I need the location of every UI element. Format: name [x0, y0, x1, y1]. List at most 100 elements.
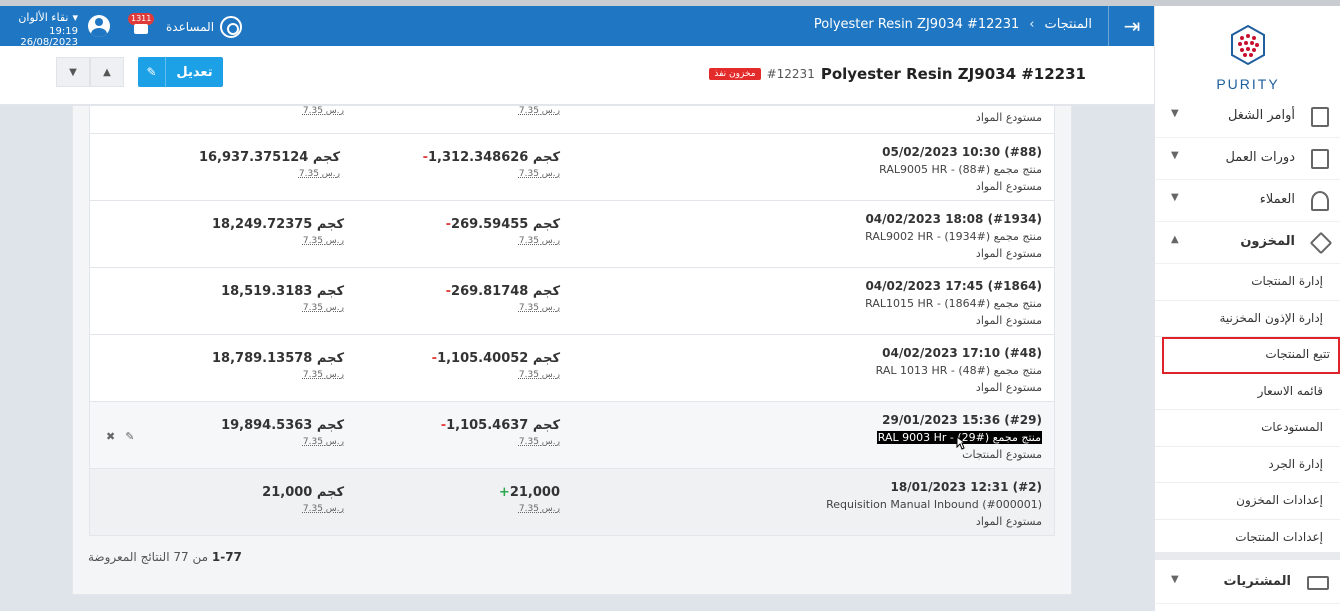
warehouse: مستودع المواد — [975, 247, 1042, 260]
balance-value: 18,519.3183 كجم — [221, 284, 344, 299]
qty-value: 1,105.40052 كجم — [437, 351, 560, 366]
qty-price: 7.35 ر.س — [518, 169, 560, 179]
status-badge: مخزون نفذ — [709, 68, 761, 80]
delete-icon[interactable]: ✖ — [106, 430, 115, 443]
movement-date: (#2) 12:31 18/01/2023 — [890, 480, 1042, 494]
qty-price: 7.35 ر.س — [518, 236, 560, 246]
warehouse: مستودع المواد — [975, 314, 1042, 327]
top-header: ⇥ المنتجات › Polyester Resin ZJ9034 #122… — [0, 6, 1154, 48]
movement-product[interactable]: Requisition Manual Inbound (#000001) — [826, 496, 1042, 513]
table-row[interactable]: (#1934) 18:08 04/02/2023 منتج مجمع (#193… — [89, 201, 1055, 268]
sidebar-item-work-cycles[interactable]: دورات العمل ▼ — [1155, 138, 1340, 180]
pencil-icon: ✎ — [138, 57, 166, 87]
movement-date: (#1934) 18:08 04/02/2023 — [865, 212, 1042, 226]
balance-price: 7.35 ر.س — [302, 236, 344, 246]
user-name: نقاء الألوان — [18, 11, 69, 24]
movement-date: (#29) 15:36 29/01/2023 — [882, 413, 1042, 427]
balance-value: 18,249.72375 كجم — [212, 217, 344, 232]
qty-value: 1,105.4637 كجم — [446, 418, 560, 433]
movement-product[interactable]: منتج مجمع (#1934) - RAL9002 HR — [865, 228, 1042, 245]
qty-value: 269.59455 كجم — [451, 217, 560, 232]
balance-price: 7.35 ر.س — [302, 437, 344, 447]
sidebar-subitem[interactable]: إدارة المنتجات — [1155, 264, 1340, 301]
movement-product[interactable]: منتج مجمع (#1864) - RAL1015 HR — [865, 295, 1042, 312]
row-actions: ✖ ✎ — [106, 430, 134, 443]
chevron-down-icon: ▼ — [1171, 574, 1179, 585]
record-nav: ▼ ▲ — [56, 57, 124, 87]
balance-price: 7.35 ر.س — [302, 303, 344, 313]
help-link[interactable]: المساعدة — [166, 16, 243, 38]
results-text: من 77 النتائج المعروضة — [88, 550, 209, 564]
movements-table: مستودع المواد 7.35 ر.س 7.35 ر.س (#88) 10… — [89, 106, 1055, 536]
movement-date: (#48) 17:10 04/02/2023 — [882, 346, 1042, 360]
qty-price: 7.35 ر.س — [518, 437, 560, 447]
pencil-icon[interactable]: ✎ — [125, 430, 134, 443]
sidebar-subitem-product-tracking[interactable]: تتبع المنتجات — [1162, 337, 1340, 374]
previous-record-button[interactable]: ▲ — [90, 57, 124, 87]
breadcrumb-current: Polyester Resin ZJ9034 #12231 — [813, 17, 1020, 32]
results-range: 1-77 — [211, 550, 242, 564]
header-divider — [1108, 6, 1109, 46]
user-menu[interactable]: نقاء الألوان ▾ 19:19 26/08/2023 — [0, 11, 78, 48]
sidebar-item-work-orders[interactable]: أوامر الشغل ▼ — [1155, 96, 1340, 138]
warehouse: مستودع المواد — [975, 180, 1042, 193]
sidebar-item-inventory[interactable]: المخزون ▲ — [1155, 222, 1340, 264]
movement-product[interactable]: منتج مجمع (#48) - RAL 1013 HR — [876, 362, 1042, 379]
sidebar-subitem[interactable]: إدارة الإذون المخزنية — [1155, 301, 1340, 337]
warehouse: مستودع المواد — [975, 111, 1042, 124]
sidebar-divider — [1155, 552, 1340, 560]
monitor-icon — [134, 24, 148, 34]
avatar[interactable] — [88, 15, 110, 37]
table-row[interactable]: (#29) 15:36 29/01/2023 منتج مجمع (#29) -… — [89, 402, 1055, 469]
movement-product[interactable]: منتج مجمع (#88) - RAL9005 HR — [879, 161, 1042, 178]
chevron-up-icon: ▲ — [103, 66, 111, 78]
logo-text: PURITY — [1216, 76, 1280, 92]
warehouse: مستودع المواد — [975, 381, 1042, 394]
content-card: مستودع المواد 7.35 ر.س 7.35 ر.س (#88) 10… — [72, 105, 1072, 595]
balance-value: 19,894.5363 كجم — [221, 418, 344, 433]
breadcrumb: المنتجات › Polyester Resin ZJ9034 #12231 — [814, 17, 1092, 32]
qty-value: 21,000 — [509, 485, 560, 500]
sidebar-item-purchases[interactable]: المشتريات ▼ — [1155, 562, 1340, 604]
sidebar-item-label: المشتريات — [1223, 574, 1291, 589]
truck-icon — [1307, 576, 1329, 590]
breadcrumb-products[interactable]: المنتجات — [1044, 17, 1092, 32]
sidebar-item-label: المخزون — [1240, 234, 1295, 249]
balance-price: 7.35 ر.س — [302, 370, 344, 380]
table-row[interactable]: (#88) 10:30 05/02/2023 منتج مجمع (#88) -… — [89, 134, 1055, 201]
chevron-down-icon: ▼ — [1171, 108, 1179, 119]
sidebar-subitem[interactable]: إدارة الجرد — [1155, 447, 1340, 483]
table-row[interactable]: (#2) 12:31 18/01/2023 Requisition Manual… — [89, 469, 1055, 536]
sidebar-subitem[interactable]: إعدادات المخزون — [1155, 483, 1340, 520]
title-bar: Polyester Resin ZJ9034 #12231 #12231 مخز… — [0, 46, 1154, 105]
menu-toggle-icon[interactable]: ⇥ — [1118, 12, 1146, 40]
balance-price: 7.35 ر.س — [298, 169, 340, 179]
table-row[interactable]: (#48) 17:10 04/02/2023 منتج مجمع (#48) -… — [89, 335, 1055, 402]
next-record-button[interactable]: ▼ — [56, 57, 90, 87]
edit-button[interactable]: ✎ تعديل — [138, 57, 223, 87]
qty-sign: + — [498, 485, 510, 500]
sidebar-item-customers[interactable]: العملاء ▼ — [1155, 180, 1340, 222]
sidebar: PURITY أوامر الشغل ▼ دورات العمل ▼ العمل… — [1154, 6, 1340, 611]
notifications-button[interactable]: 1311 — [128, 13, 155, 39]
sidebar-item-label: العملاء — [1259, 192, 1295, 207]
sidebar-item-label: أوامر الشغل — [1227, 108, 1295, 123]
logo[interactable]: PURITY — [1155, 20, 1340, 104]
table-row: مستودع المواد 7.35 ر.س 7.35 ر.س — [89, 106, 1055, 134]
balance-value: 16,937.375124 كجم — [198, 150, 340, 165]
sidebar-subitem[interactable]: قائمه الاسعار — [1155, 374, 1340, 410]
purity-logo-icon — [1231, 24, 1265, 66]
table-row[interactable]: (#1864) 17:45 04/02/2023 منتج مجمع (#186… — [89, 268, 1055, 335]
users-icon — [1311, 191, 1329, 211]
results-summary: 1-77 من 77 النتائج المعروضة — [88, 550, 242, 564]
help-icon — [220, 16, 243, 38]
help-label: المساعدة — [166, 20, 215, 34]
page-title: Polyester Resin ZJ9034 #12231 #12231 مخز… — [709, 65, 1086, 83]
qty-value: 1,312.348626 كجم — [428, 150, 560, 165]
sidebar-subitem[interactable]: إعدادات المنتجات — [1155, 520, 1340, 556]
qty-price: 7.35 ر.س — [518, 370, 560, 380]
sidebar-item-label: دورات العمل — [1225, 150, 1295, 165]
qty-price: 7.35 ر.س — [518, 504, 560, 514]
sidebar-subitem[interactable]: المستودعات — [1155, 410, 1340, 447]
chevron-down-icon: ▼ — [1171, 192, 1179, 203]
